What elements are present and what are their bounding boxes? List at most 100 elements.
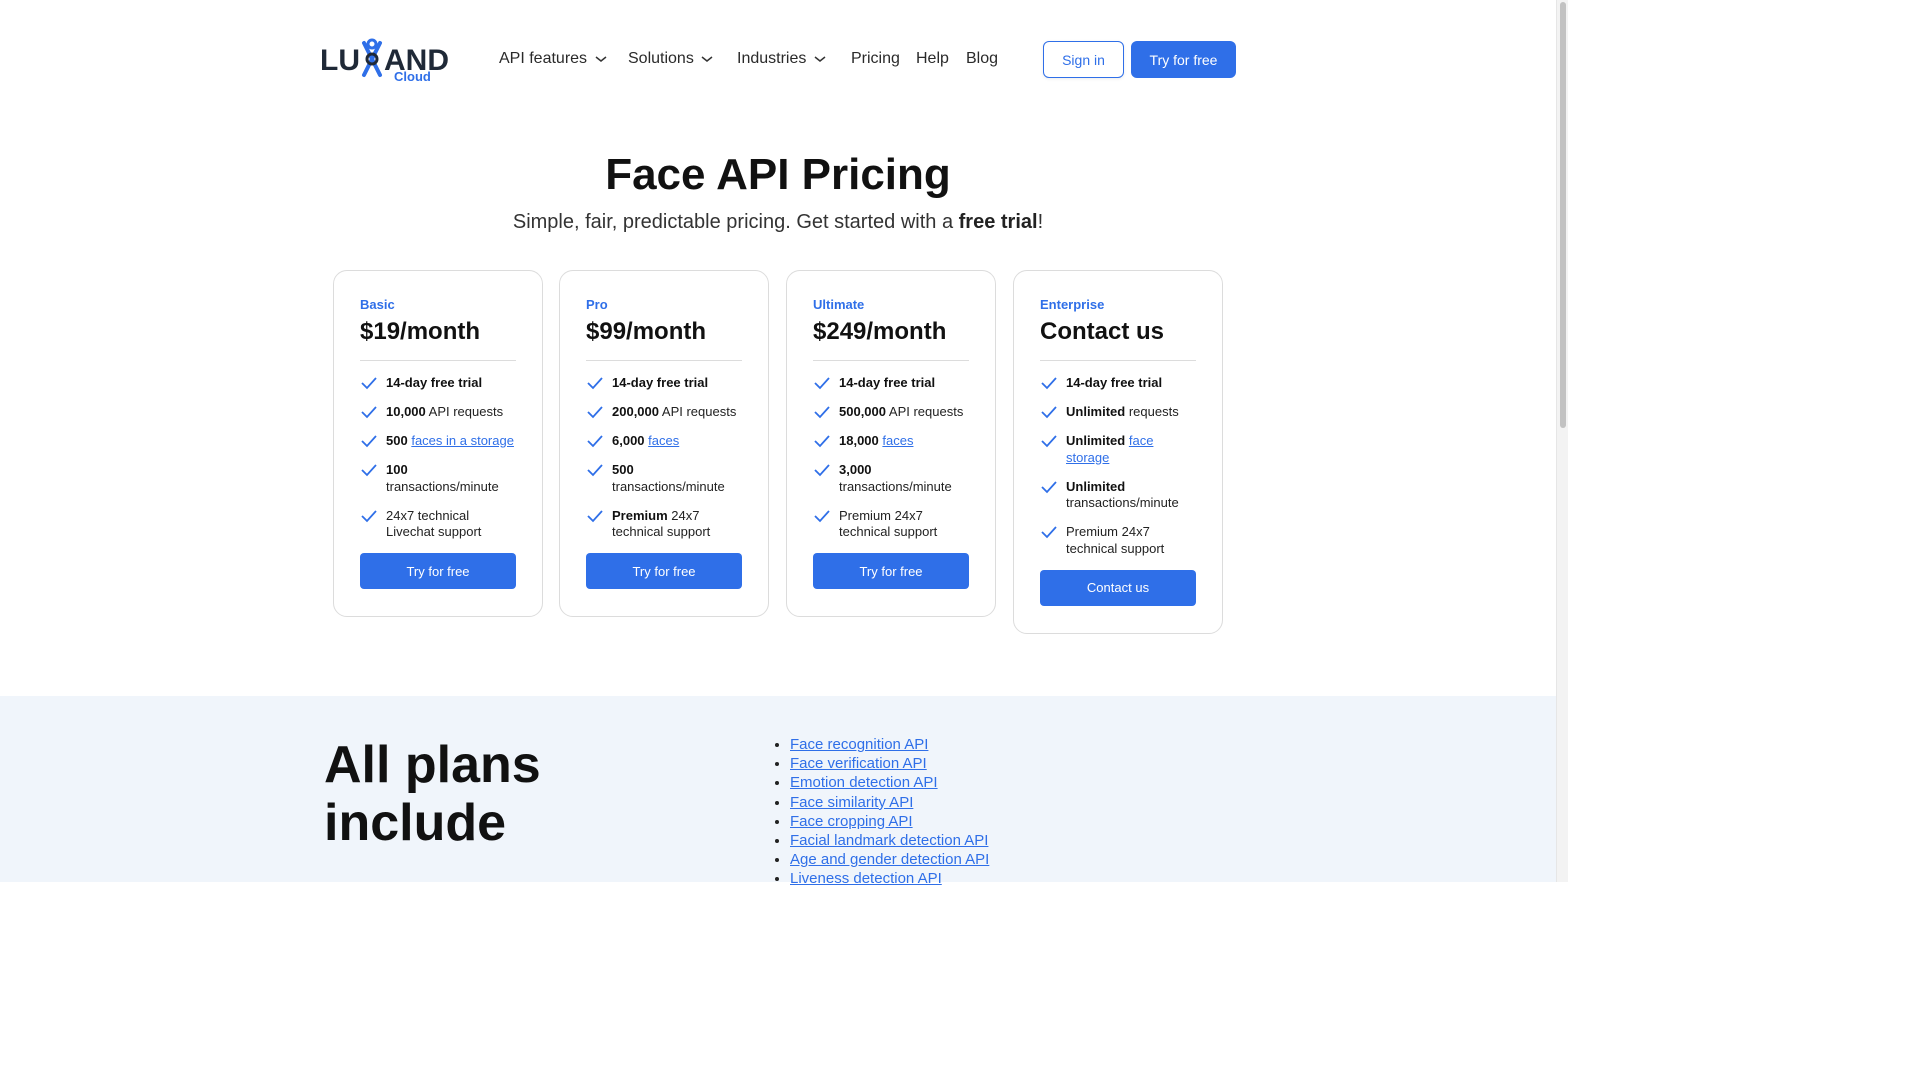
feature-rest: 24x7 technical Livechat support [386, 507, 482, 540]
luxand-logo-mark: LU AND Cloud [320, 38, 449, 84]
feature-text: Premium 24x7 technical support [1066, 524, 1196, 557]
nav-blog-label: Blog [966, 50, 999, 67]
feature-text: 100 transactions/minute [386, 462, 516, 495]
feature-item: Premium 24x7 technical support [813, 508, 969, 541]
feature-item: 18,000 faces [813, 433, 969, 450]
chevron-down-icon [701, 56, 713, 62]
feature-text: 6,000 faces [612, 433, 679, 450]
feature-text: 500 faces in a storage [386, 433, 514, 450]
header-try-free-button[interactable]: Try for free [1131, 41, 1236, 78]
api-link[interactable]: Face similarity API [790, 794, 913, 811]
check-icon [361, 377, 377, 390]
subtitle-end: ! [1037, 211, 1044, 233]
feature-rest: Premium 24x7 technical support [839, 507, 938, 540]
feature-item: 500 transactions/minute [586, 462, 742, 495]
feature-item: Premium 24x7 technical support [586, 508, 742, 541]
nav-solutions-label: Solutions [628, 50, 694, 67]
page-scrollbar[interactable] [1556, 0, 1568, 882]
luxand-logo[interactable]: LU AND Cloud [320, 36, 454, 84]
feature-bold: 6,000 [612, 433, 645, 448]
faces-link[interactable]: faces [648, 433, 679, 448]
list-item: Facial landmark detection API [790, 831, 989, 850]
check-icon [361, 435, 377, 448]
plan-price: Contact us [1040, 318, 1165, 345]
feature-rest: API requests [659, 404, 737, 419]
check-icon [587, 377, 603, 390]
logo-x-figure [362, 38, 382, 77]
feature-item: 500 faces in a storage [360, 433, 516, 450]
feature-rest: transactions/minute [386, 478, 499, 494]
feature-bold: 14-day free trial [839, 375, 936, 390]
nav-help-label: Help [916, 50, 949, 67]
feature-item: 100 transactions/minute [360, 462, 516, 495]
feature-item: 24x7 technical Livechat support [360, 508, 516, 541]
check-icon [361, 464, 377, 477]
feature-rest: API requests [425, 404, 504, 419]
plan-card-basic: Basic $19/month 14-day free trial 10,000… [333, 270, 543, 617]
check-icon [814, 464, 830, 477]
feature-item: 14-day free trial [1040, 375, 1196, 392]
feature-item: 14-day free trial [586, 375, 742, 392]
all-plans-section: All plans include Face recognition API F… [0, 696, 1556, 887]
api-link[interactable]: Age and gender detection API [790, 851, 989, 868]
divider [586, 360, 742, 361]
feature-bold: 14-day free trial [612, 375, 709, 390]
feature-text: 3,000 transactions/minute [839, 462, 969, 495]
nav-help[interactable]: Help [916, 48, 949, 70]
pro-try-free-button[interactable]: Try for free [586, 553, 742, 589]
feature-rest: transactions/minute [1066, 495, 1179, 510]
api-link[interactable]: Face recognition API [790, 736, 928, 753]
nav-solutions[interactable]: Solutions [628, 48, 713, 70]
api-link[interactable]: Emotion detection API [790, 774, 938, 791]
feature-text: 10,000 API requests [386, 404, 503, 421]
feature-list: 14-day free trial Unlimited requests Unl… [1040, 375, 1196, 557]
logo-cloud: Cloud [394, 69, 431, 84]
api-link[interactable]: Facial landmark detection API [790, 832, 988, 849]
faces-link[interactable]: faces [882, 433, 913, 448]
check-icon [814, 509, 830, 522]
feature-text: 14-day free trial [839, 375, 935, 392]
feature-text: 14-day free trial [386, 375, 482, 392]
nav-api-features[interactable]: API features [499, 48, 607, 70]
feature-rest: requests [1125, 404, 1179, 419]
feature-item: 14-day free trial [813, 375, 969, 392]
feature-list: 14-day free trial 500,000 API requests 1… [813, 375, 969, 541]
plan-price: $99/month [586, 318, 707, 345]
api-link[interactable]: Face cropping API [790, 813, 913, 830]
feature-text: 18,000 faces [839, 433, 913, 450]
all-plans-title: All plans include [324, 736, 541, 852]
api-link[interactable]: Liveness detection API [790, 870, 942, 887]
api-link[interactable]: Face verification API [790, 755, 927, 772]
sign-in-button[interactable]: Sign in [1043, 41, 1124, 78]
feature-rest: Premium 24x7 technical support [1066, 524, 1165, 556]
check-icon [587, 464, 603, 477]
scrollbar-thumb[interactable] [1560, 2, 1566, 428]
plan-name: Ultimate [813, 297, 865, 312]
list-item: Liveness detection API [790, 869, 989, 888]
feature-list: 14-day free trial 200,000 API requests 6… [586, 375, 742, 541]
feature-text: Unlimited face storage [1066, 433, 1196, 466]
contact-us-button[interactable]: Contact us [1040, 569, 1196, 606]
ultimate-try-free-button[interactable]: Try for free [813, 553, 969, 589]
divider [1040, 360, 1196, 361]
nav-blog[interactable]: Blog [966, 48, 998, 70]
feature-text: Premium 24x7 technical support [839, 508, 969, 541]
check-icon [361, 406, 377, 419]
list-item: Face cropping API [790, 812, 989, 831]
nav-industries-label: Industries [737, 50, 807, 67]
basic-try-free-button[interactable]: Try for free [360, 553, 516, 589]
check-icon [1041, 435, 1057, 448]
nav-industries[interactable]: Industries [737, 48, 826, 70]
feature-bold: 3,000 [839, 462, 872, 477]
nav-pricing[interactable]: Pricing [851, 48, 900, 70]
plan-card-ultimate: Ultimate $249/month 14-day free trial 50… [786, 270, 996, 617]
feature-bold: 14-day free trial [386, 375, 483, 390]
list-item: Face verification API [790, 754, 989, 773]
feature-item: 3,000 transactions/minute [813, 462, 969, 495]
subtitle-text: Simple, fair, predictable pricing. Get s… [512, 211, 959, 233]
feature-text: 200,000 API requests [612, 404, 736, 421]
plan-card-pro: Pro $99/month 14-day free trial 200,000 … [559, 270, 769, 617]
faces-storage-link[interactable]: faces in a storage [411, 433, 514, 448]
check-icon [587, 509, 603, 522]
check-icon [587, 435, 603, 448]
